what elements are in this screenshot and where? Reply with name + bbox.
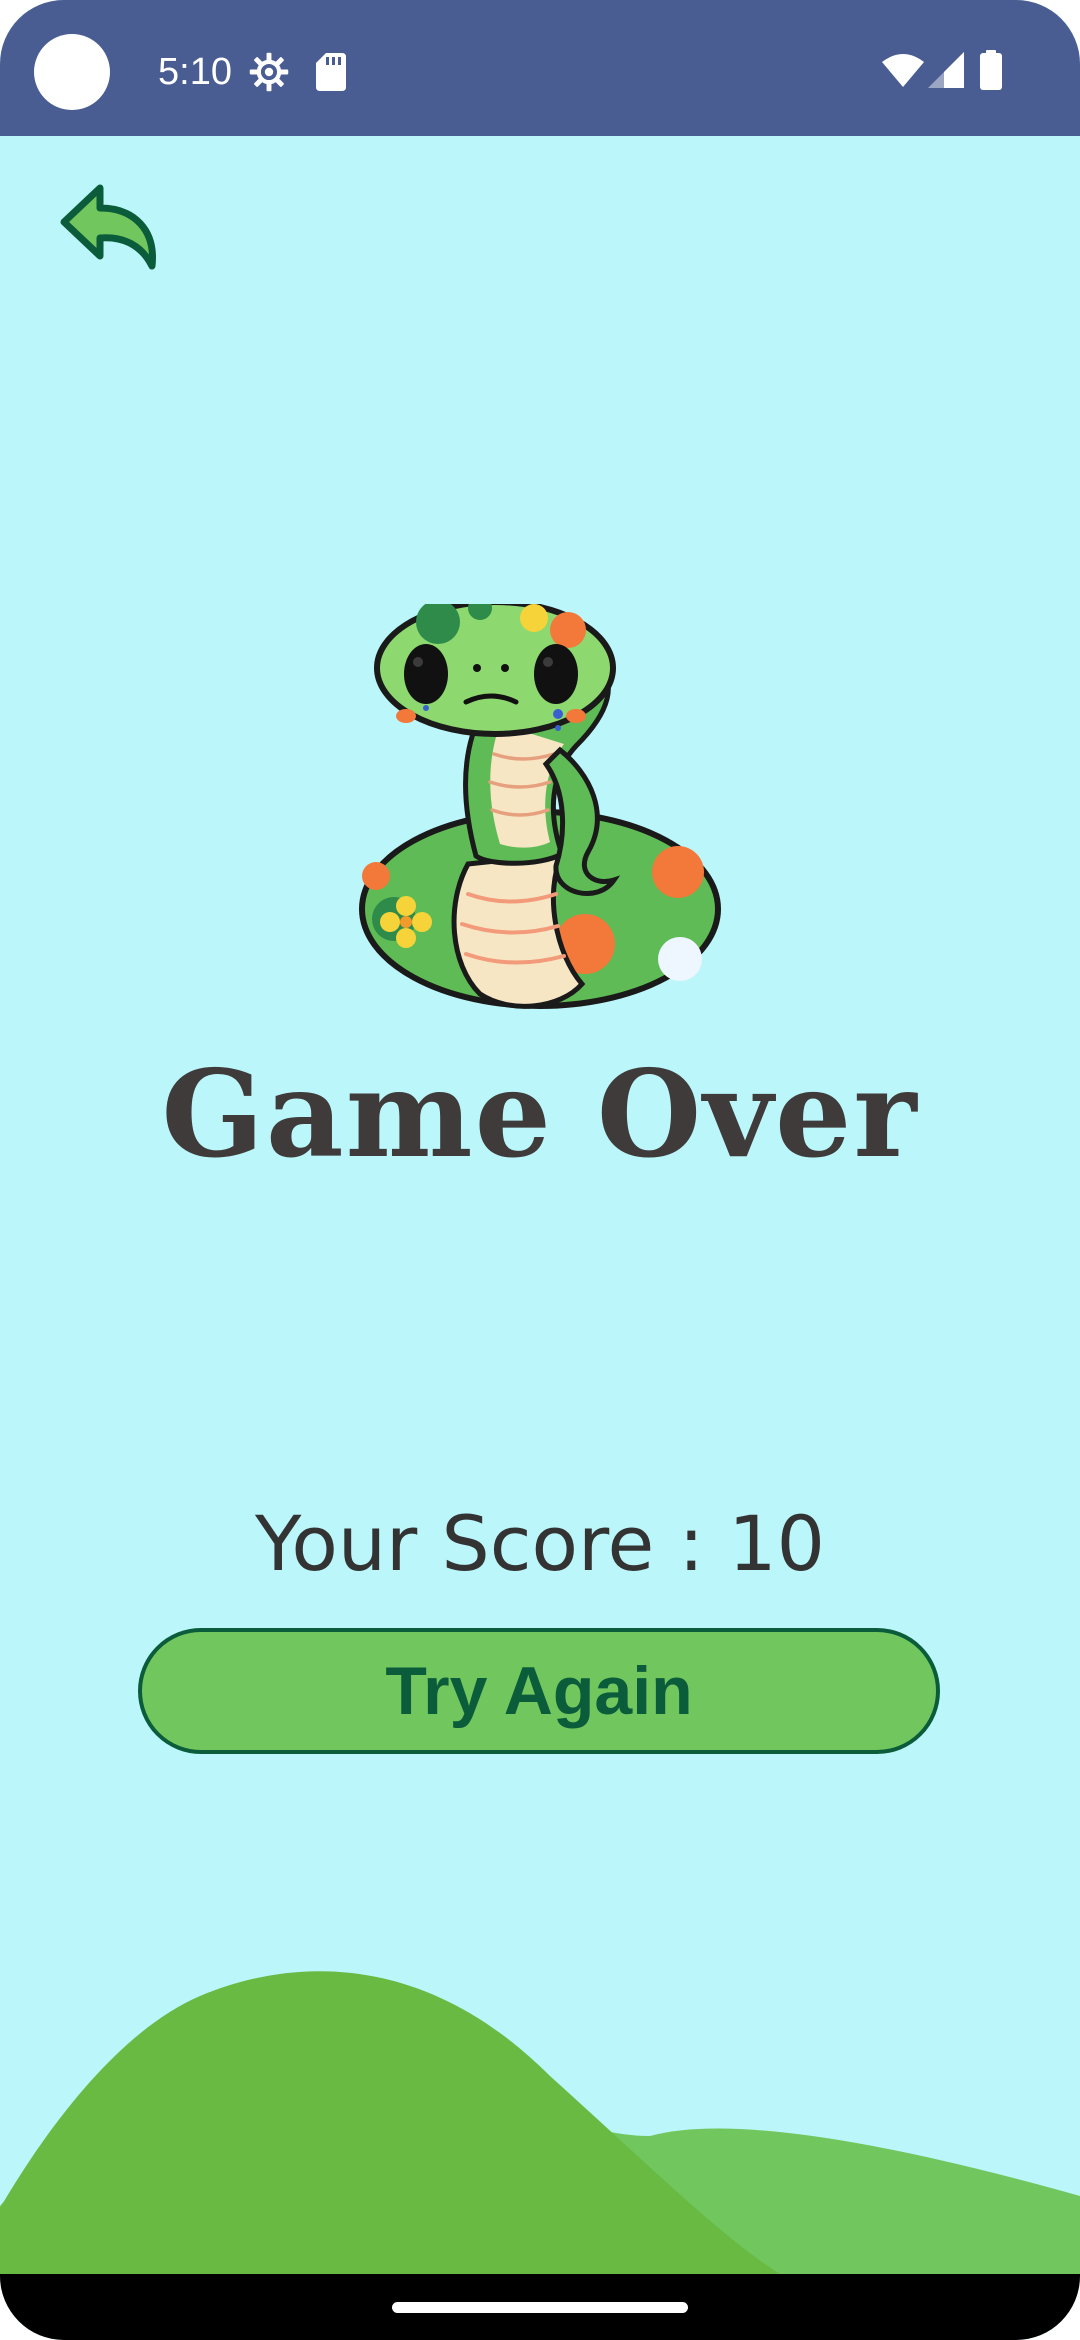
front-camera: [34, 34, 110, 110]
battery-icon: [980, 50, 1002, 90]
settings-icon: [249, 52, 289, 92]
score-text: Your Score : 10: [255, 1499, 825, 1588]
game-over-screen: Game Over Your Score : 10 Try Again: [0, 136, 1080, 2274]
game-over-title: Game Over: [161, 1044, 919, 1185]
sad-snake-illustration: [359, 604, 721, 1009]
sd-card-icon: [316, 53, 346, 91]
wifi-icon: [882, 54, 924, 87]
back-reply-arrow-icon[interactable]: [56, 182, 160, 278]
try-again-button[interactable]: Try Again: [138, 1628, 940, 1754]
cellular-signal-icon: [928, 52, 964, 88]
home-indicator[interactable]: [392, 2302, 688, 2313]
phone-screen: 5:10 Game Over Your Score: 10 Try Again: [0, 0, 1080, 2340]
status-bar: 5:10: [0, 0, 1080, 136]
hills-decoration: [0, 1971, 1080, 2274]
status-time: 5:10: [158, 51, 232, 93]
